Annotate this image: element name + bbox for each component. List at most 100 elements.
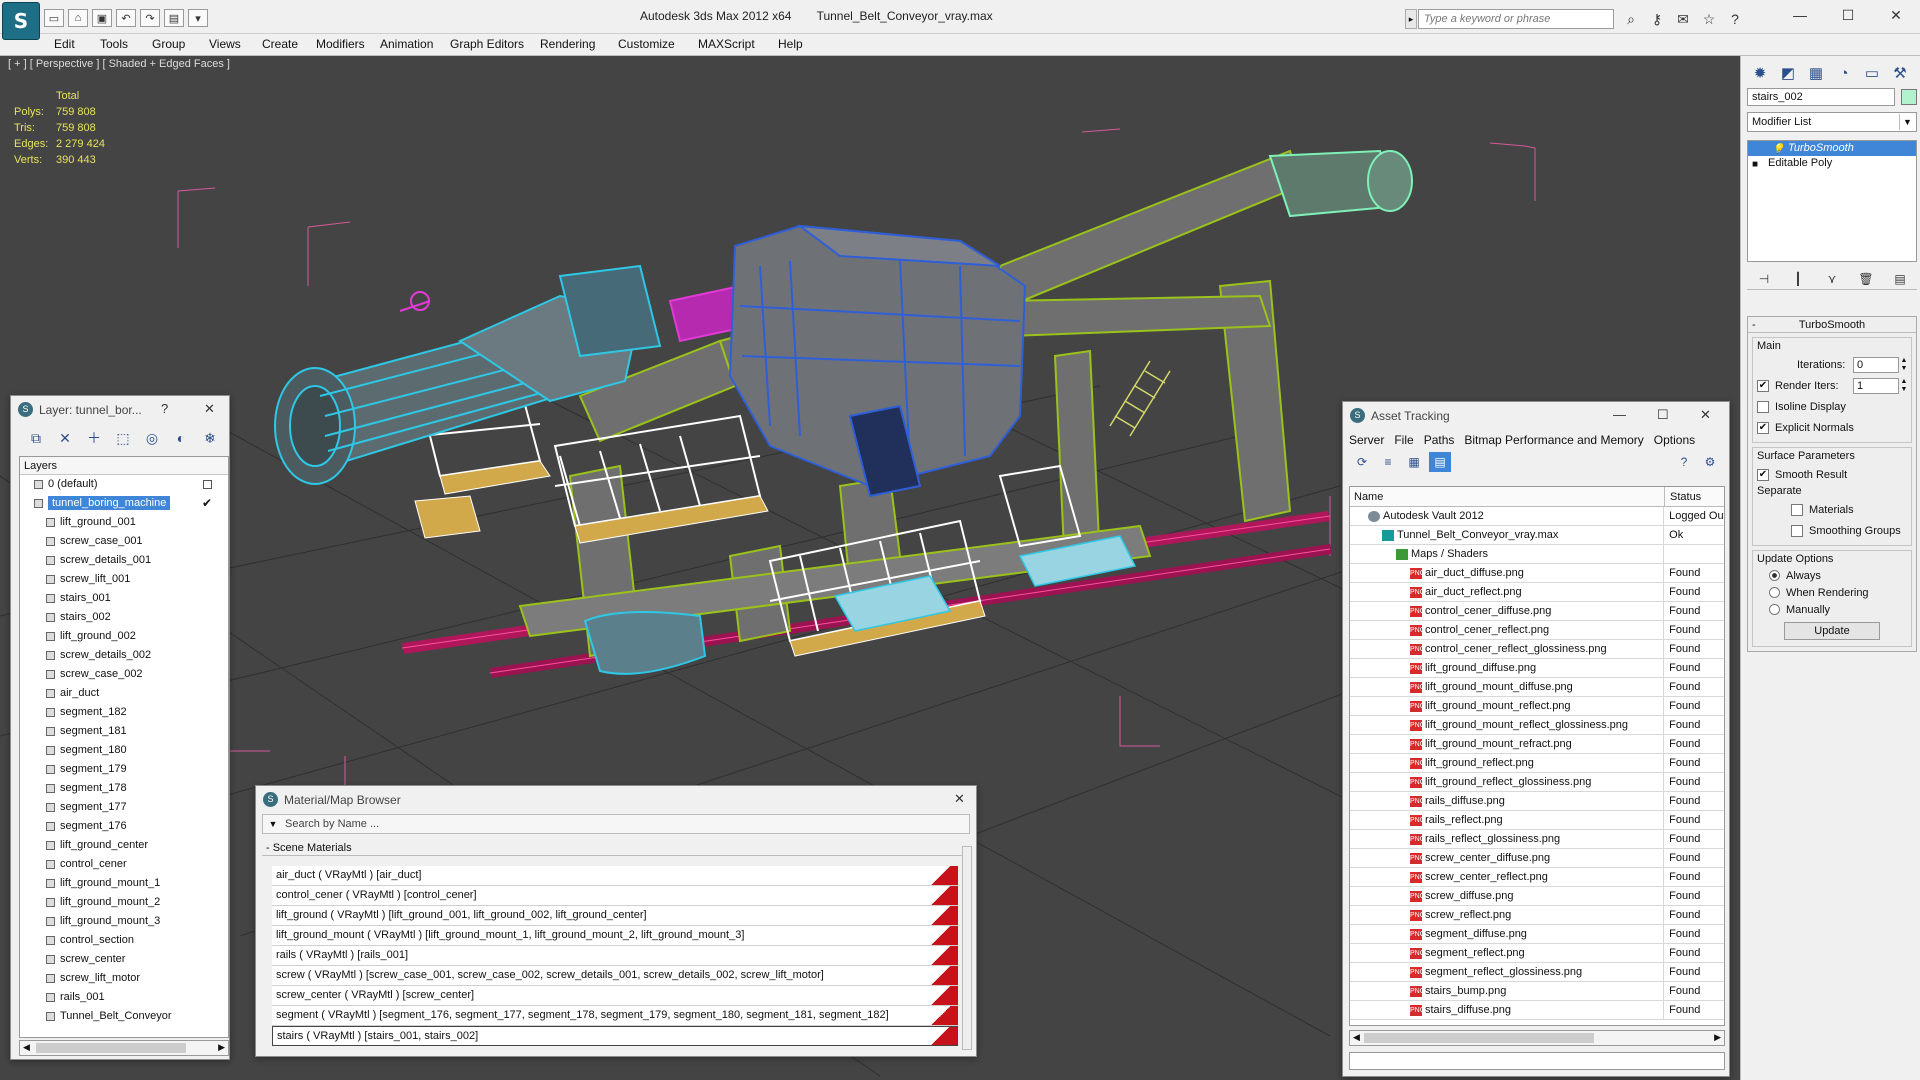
help-icon[interactable]: ? bbox=[1673, 452, 1695, 472]
expand-plus-icon[interactable]: ■ bbox=[1752, 157, 1763, 170]
asset-path-field[interactable] bbox=[1349, 1052, 1725, 1070]
asset-row[interactable]: PNGscrew_diffuse.png Found bbox=[1350, 887, 1724, 906]
app-menu-button[interactable]: S bbox=[2, 2, 40, 40]
favorites-star-icon[interactable]: ☆ bbox=[1698, 9, 1720, 29]
asset-row[interactable]: PNGrails_reflect_glossiness.png Found bbox=[1350, 830, 1724, 849]
lightbulb-icon[interactable]: 💡 bbox=[1772, 142, 1784, 155]
create-tab-icon[interactable]: ✹ bbox=[1747, 60, 1773, 86]
stack-item-editable-poly[interactable]: ■ Editable Poly bbox=[1748, 156, 1916, 171]
asset-menu-paths[interactable]: Paths bbox=[1424, 433, 1455, 447]
display-tab-icon[interactable]: ▭ bbox=[1859, 60, 1885, 86]
thumbnail-view-icon[interactable]: ▦ bbox=[1403, 452, 1425, 472]
viewport-label[interactable]: [ + ] [ Perspective ] [ Shaded + Edged F… bbox=[8, 58, 230, 70]
asset-row[interactable]: PNGrails_diffuse.png Found bbox=[1350, 792, 1724, 811]
menu-help[interactable]: Help bbox=[778, 37, 803, 51]
asset-menu-bitmap[interactable]: Bitmap Performance and Memory bbox=[1464, 433, 1643, 447]
project-folder-icon[interactable]: ▤ bbox=[164, 9, 184, 27]
layer-row[interactable]: screw_center bbox=[20, 950, 228, 969]
asset-menu-file[interactable]: File bbox=[1394, 433, 1413, 447]
material-row[interactable]: segment ( VRayMtl ) [segment_176, segmen… bbox=[272, 1006, 958, 1026]
select-objects-icon[interactable]: ⬚ bbox=[112, 427, 134, 449]
layer-row[interactable]: segment_181 bbox=[20, 722, 228, 741]
layer-row[interactable]: segment_177 bbox=[20, 798, 228, 817]
motion-tab-icon[interactable]: ◔ bbox=[1831, 60, 1857, 86]
layer-row[interactable]: segment_182 bbox=[20, 703, 228, 722]
asset-menu-server[interactable]: Server bbox=[1349, 433, 1384, 447]
layer-row[interactable]: lift_ground_mount_3 bbox=[20, 912, 228, 931]
current-layer-check-icon[interactable]: ✔ bbox=[202, 494, 212, 513]
spinner-arrows-icon[interactable]: ▲ ▼ bbox=[1899, 357, 1909, 373]
binoculars-icon[interactable]: ⌕ bbox=[1620, 9, 1642, 29]
create-layer-icon[interactable]: ⧉ bbox=[25, 427, 47, 449]
asset-row[interactable]: PNGcontrol_cener_reflect_glossiness.png F… bbox=[1350, 640, 1724, 659]
scroll-right-icon[interactable]: ▶ bbox=[218, 1042, 225, 1053]
material-browser-titlebar[interactable]: S Material/Map Browser ✕ bbox=[256, 786, 976, 814]
layer-row[interactable]: Tunnel_Belt_Conveyor bbox=[20, 1007, 228, 1026]
asset-row[interactable]: PNGscrew_center_diffuse.png Found bbox=[1350, 849, 1724, 868]
asset-row[interactable]: PNGstairs_diffuse.png Found bbox=[1350, 1001, 1724, 1020]
layer-row[interactable]: segment_180 bbox=[20, 741, 228, 760]
layer-row[interactable]: lift_ground_001 bbox=[20, 513, 228, 532]
layer-row[interactable]: screw_details_001 bbox=[20, 551, 228, 570]
hierarchy-tab-icon[interactable]: ▦ bbox=[1803, 60, 1829, 86]
add-to-layer-icon[interactable]: ＋ bbox=[83, 427, 105, 449]
modifier-list-dropdown[interactable]: Modifier List ▼ bbox=[1747, 112, 1917, 132]
layer-row[interactable]: tunnel_boring_machine ✔ bbox=[20, 494, 228, 513]
material-search-input[interactable]: Search by Name ... bbox=[283, 818, 969, 830]
layer-row[interactable]: segment_179 bbox=[20, 760, 228, 779]
asset-tracking-titlebar[interactable]: S Asset Tracking — ☐ ✕ bbox=[1343, 402, 1729, 430]
update-button[interactable]: Update bbox=[1784, 622, 1880, 640]
layer-row[interactable]: screw_case_001 bbox=[20, 532, 228, 551]
asset-row[interactable]: PNGsegment_reflect.png Found bbox=[1350, 944, 1724, 963]
asset-menu-options[interactable]: Options bbox=[1654, 433, 1695, 447]
asset-row[interactable]: PNGcontrol_cener_diffuse.png Found bbox=[1350, 602, 1724, 621]
material-row[interactable]: screw_center ( VRayMtl ) [screw_center] bbox=[272, 986, 958, 1006]
refresh-icon[interactable]: ⟳ bbox=[1351, 452, 1373, 472]
object-name-field[interactable]: stairs_002 bbox=[1747, 88, 1895, 106]
save-file-icon[interactable]: ▣ bbox=[92, 9, 112, 27]
vault-settings-icon[interactable]: ⚙ bbox=[1699, 452, 1721, 472]
close-icon[interactable]: ✕ bbox=[954, 791, 965, 807]
spinner-arrows-icon[interactable]: ▲ ▼ bbox=[1899, 378, 1909, 394]
maximize-icon[interactable]: ☐ bbox=[1824, 0, 1872, 30]
layer-horizontal-scrollbar[interactable]: ◀ ▶ bbox=[19, 1040, 229, 1056]
close-icon[interactable]: ✕ bbox=[1700, 407, 1711, 423]
layer-row[interactable]: segment_178 bbox=[20, 779, 228, 798]
layer-row[interactable]: screw_lift_motor bbox=[20, 969, 228, 988]
asset-row[interactable]: PNGscrew_reflect.png Found bbox=[1350, 906, 1724, 925]
asset-horizontal-scrollbar[interactable]: ◀ ▶ bbox=[1349, 1030, 1725, 1046]
layer-row[interactable]: screw_details_002 bbox=[20, 646, 228, 665]
list-view-icon[interactable]: ≡ bbox=[1377, 452, 1399, 472]
stack-item-turbosmooth[interactable]: 💡 TurboSmooth bbox=[1748, 141, 1916, 156]
maximize-icon[interactable]: ☐ bbox=[1657, 407, 1669, 423]
delete-layer-icon[interactable]: ✕ bbox=[54, 427, 76, 449]
asset-row[interactable]: PNGair_duct_diffuse.png Found bbox=[1350, 564, 1724, 583]
minimize-icon[interactable]: — bbox=[1613, 407, 1626, 422]
render-iters-checkbox[interactable]: ✔ bbox=[1757, 379, 1769, 392]
layer-row[interactable]: rails_001 bbox=[20, 988, 228, 1007]
key-icon[interactable]: ⚷ bbox=[1646, 9, 1668, 29]
asset-row[interactable]: PNGlift_ground_diffuse.png Found bbox=[1350, 659, 1724, 678]
layer-row[interactable]: lift_ground_center bbox=[20, 836, 228, 855]
layer-row[interactable]: stairs_001 bbox=[20, 589, 228, 608]
layer-row[interactable]: control_section bbox=[20, 931, 228, 950]
qa-dropdown-icon[interactable]: ▾ bbox=[188, 9, 208, 27]
asset-row[interactable]: PNGlift_ground_mount_refract.png Found bbox=[1350, 735, 1724, 754]
render-iters-spinner[interactable]: 1 bbox=[1853, 377, 1899, 394]
smoothing-groups-checkbox[interactable] bbox=[1791, 524, 1803, 537]
menu-create[interactable]: Create bbox=[262, 37, 298, 51]
close-icon[interactable]: ✕ bbox=[204, 401, 215, 417]
layer-row[interactable]: stairs_002 bbox=[20, 608, 228, 627]
scroll-left-icon[interactable]: ◀ bbox=[1353, 1032, 1360, 1043]
smooth-result-checkbox[interactable]: ✔ bbox=[1757, 468, 1769, 481]
table-view-icon[interactable]: ▤ bbox=[1429, 452, 1451, 472]
material-row[interactable]: stairs ( VRayMtl ) [stairs_001, stairs_0… bbox=[272, 1026, 958, 1046]
object-color-swatch[interactable] bbox=[1901, 89, 1917, 105]
when-rendering-radio[interactable] bbox=[1769, 587, 1780, 598]
layer-row[interactable]: 0 (default) bbox=[20, 475, 228, 494]
asset-row[interactable]: PNGlift_ground_mount_reflect.png Found bbox=[1350, 697, 1724, 716]
column-status[interactable]: Status bbox=[1665, 487, 1701, 506]
options-dropdown-icon[interactable]: ▼ bbox=[263, 819, 283, 829]
pin-stack-icon[interactable]: ⊣ bbox=[1753, 269, 1775, 289]
menu-edit[interactable]: Edit bbox=[54, 37, 75, 51]
